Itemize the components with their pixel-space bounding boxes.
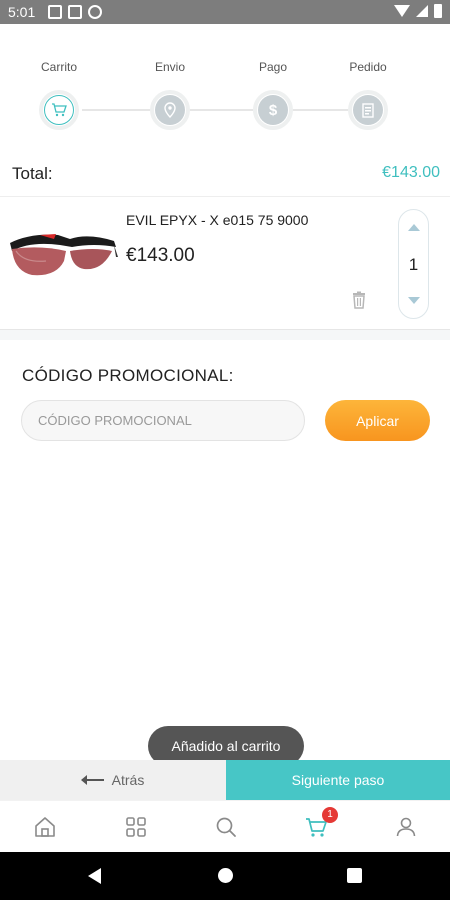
step-label: Pago [258,60,288,74]
tab-cart[interactable]: 1 [304,807,338,839]
receipt-icon [353,95,383,125]
step-envio[interactable]: Envio [130,60,210,130]
cart-item: EVIL EPYX - X e015 75 9000 €143.00 1 [0,196,450,330]
next-step-button[interactable]: Siguiente paso [226,760,450,800]
step-label: Envio [154,60,186,74]
step-label: Pedido [349,60,387,74]
promo-code-input[interactable] [21,400,305,441]
back-button[interactable]: Atrás [0,760,226,800]
quantity-stepper: 1 [398,209,429,319]
bottom-tab-bar: 1 [0,800,450,852]
total-label: Total: [12,164,53,183]
nav-back-icon[interactable] [88,868,101,884]
system-icons [394,4,442,18]
cart-icon [44,95,74,125]
status-bar: 5:01 [0,0,450,24]
battery-icon [434,4,442,18]
nav-recents-icon[interactable] [347,868,362,883]
promo-title: CÓDIGO PROMOCIONAL: [22,366,234,385]
product-image[interactable] [10,227,118,287]
chevron-down-icon[interactable] [408,297,420,304]
quantity-value: 1 [408,255,419,274]
location-pin-icon [155,95,185,125]
notification-icons [48,5,102,19]
grid-icon[interactable] [124,815,148,839]
dollar-icon: $ [258,95,288,125]
search-icon[interactable] [214,815,238,839]
do-not-disturb-icon [88,5,102,19]
user-icon[interactable] [394,815,418,839]
total-row: Total: €143.00 [12,164,440,186]
chevron-up-icon[interactable] [408,224,420,231]
gallery-notification-icon [48,5,62,19]
stepper-line [82,109,370,111]
apply-button[interactable]: Aplicar [325,400,430,441]
total-value: €143.00 [382,164,440,181]
step-circle: $ [253,90,293,130]
back-label: Atrás [111,772,145,788]
step-pago[interactable]: Pago $ [233,60,313,130]
product-name[interactable]: EVIL EPYX - X e015 75 9000 [126,212,308,228]
step-pedido[interactable]: Pedido [328,60,408,130]
trash-icon[interactable] [350,291,368,309]
product-price: €143.00 [126,245,195,266]
checkout-stepper: Carrito Envio Pago $ Pedido [0,60,450,140]
sd-card-icon [68,5,82,19]
step-circle [39,90,79,130]
signal-icon [416,5,428,17]
step-circle [150,90,190,130]
status-time: 5:01 [8,4,36,20]
arrow-left-icon [80,775,104,785]
wifi-icon [394,5,410,17]
step-label: Carrito [40,60,77,74]
step-circle [348,90,388,130]
step-carrito[interactable]: Carrito [19,60,99,130]
home-icon[interactable] [33,815,57,839]
section-divider [0,330,450,340]
nav-home-icon[interactable] [218,868,233,883]
cart-count-badge: 1 [322,807,338,823]
system-navigation-bar [0,852,450,900]
